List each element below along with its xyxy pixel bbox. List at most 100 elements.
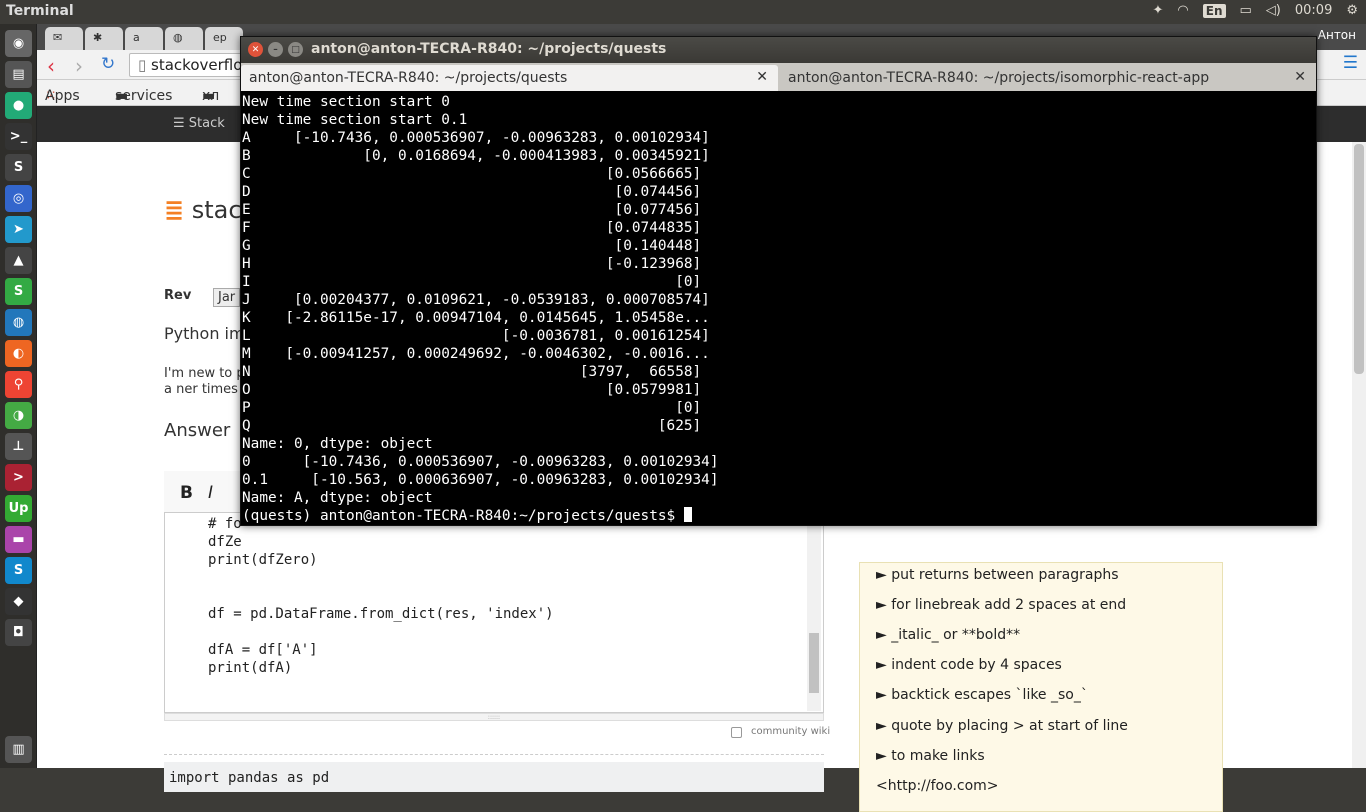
browser-tab-upwork[interactable]: ✱ (85, 27, 123, 50)
help-item: ► to make links (876, 748, 985, 764)
help-item: ► backtick escapes `like _so_` (876, 687, 1088, 703)
bookmark-services-label: services (115, 88, 173, 104)
upwork-icon[interactable]: Up (5, 495, 32, 522)
terminal-titlebar[interactable]: ✕ – □ anton@anton-TECRA-R840: ~/projects… (241, 37, 1316, 63)
stackexchange-link[interactable]: ☰ Stack (173, 116, 225, 131)
terminal-output-line: D [0.074456] (242, 184, 702, 200)
terminal-output-line: B [0, 0.0168694, -0.000413983, 0.0034592… (242, 148, 710, 164)
back-icon[interactable]: ‹ (47, 54, 55, 78)
top-panel: Terminal ✦ ◠ En ▭ ◁) 00:09 ⚙ (0, 0, 1366, 24)
help-link-example: <http://foo.com> (876, 778, 999, 794)
settings-gear-icon[interactable]: ⚙ (1346, 3, 1358, 18)
terminal-output-line: A [-10.7436, 0.000536907, -0.00963283, 0… (242, 130, 710, 146)
globe-icon[interactable]: ◑ (5, 402, 32, 429)
bookmark-folder-label: хл (202, 88, 220, 104)
extension-icon[interactable]: ☰ (1343, 53, 1358, 73)
terminal-output-line: G [0.140448] (242, 238, 702, 254)
reload-icon[interactable]: ↻ (101, 54, 115, 74)
terminal-output-line: E [0.077456] (242, 202, 702, 218)
terminal-output-line: I [0] (242, 274, 702, 290)
terminal-output-line: P [0] (242, 400, 702, 416)
browser-tab-amazon[interactable]: a (125, 27, 163, 50)
terminal-output-line: Name: 0, dtype: object (242, 436, 433, 452)
community-wiki-label: community wiki (751, 726, 831, 737)
remmina-icon[interactable]: ◎ (5, 185, 32, 212)
browser-tab-ep[interactable]: ep (205, 27, 243, 50)
terminal-tab-label: anton@anton-TECRA-R840: ~/projects/quest… (249, 70, 568, 86)
minimize-icon[interactable]: – (268, 42, 283, 57)
forward-icon[interactable]: › (75, 54, 83, 78)
stackoverflow-logo[interactable]: ≣ stac (164, 196, 242, 224)
terminal-icon[interactable]: >_ (5, 123, 32, 150)
logo-text: stac (191, 196, 242, 224)
terminal-output-line: C [0.0566665] (242, 166, 702, 182)
clock[interactable]: 00:09 (1295, 3, 1332, 18)
amazon-icon: a (133, 31, 140, 44)
window-icon[interactable]: ▬ (5, 526, 32, 553)
terminal-output[interactable]: New time section start 0 New time section… (241, 91, 1316, 525)
unity-launcher: ◉ ▤ ● >_ S ◎ ➤ ▲ S ◍ ◐ ⚲ ◑ ⊥ > Up ▬ S ◆ … (0, 24, 37, 768)
files-icon[interactable]: ▤ (5, 61, 32, 88)
skype-green-icon[interactable]: S (5, 278, 32, 305)
help-item: ► _italic_ or **bold** (876, 627, 1021, 643)
page-icon: ◍ (173, 31, 183, 44)
close-tab-icon[interactable]: ✕ (756, 69, 768, 85)
profile-name[interactable]: Антон (1318, 28, 1356, 42)
page-scrollbar-thumb[interactable] (1354, 144, 1364, 374)
close-icon[interactable]: ✕ (248, 42, 263, 57)
page-scrollbar[interactable] (1352, 142, 1366, 768)
answer-heading: Answer (164, 420, 231, 441)
install-icon[interactable]: ⊥ (5, 433, 32, 460)
preview-code-line: import pandas as pd (169, 770, 330, 786)
editor-scrollbar[interactable] (807, 513, 821, 711)
editor-scrollbar-thumb[interactable] (809, 633, 819, 693)
battery-icon[interactable]: ▭ (1240, 3, 1252, 18)
terminal-tab-isomorphic[interactable]: anton@anton-TECRA-R840: ~/projects/isomo… (780, 65, 1316, 91)
terminal-tab-quests[interactable]: anton@anton-TECRA-R840: ~/projects/quest… (241, 65, 778, 91)
terminal-output-line: H [-0.123968] (242, 256, 702, 272)
browser-icon[interactable]: ◍ (5, 309, 32, 336)
upwork-tab-icon: ✱ (93, 31, 103, 44)
terminal-output-line: Q [625] (242, 418, 702, 434)
vlc-icon[interactable]: ▲ (5, 247, 32, 274)
terminal-output-line: K [-2.86115e-17, 0.00947104, 0.0145645, … (242, 310, 710, 326)
browser-tab-generic[interactable]: ◍ (165, 27, 203, 50)
help-item: ► quote by placing > at start of line (876, 718, 1128, 734)
editor-resize-handle[interactable]: :::::: (164, 713, 824, 721)
editor-code-line: dfZe (208, 534, 242, 550)
terminal-output-line: L [-0.0036781, 0.00161254] (242, 328, 710, 344)
firefox-icon[interactable]: ◐ (5, 340, 32, 367)
browser-tab-gmail[interactable]: ✉ (45, 27, 83, 50)
stack-icon[interactable]: ◆ (5, 588, 32, 615)
telegram-icon[interactable]: ➤ (5, 216, 32, 243)
shell-icon[interactable]: > (5, 464, 32, 491)
editor-code-line: print(dfZero) (208, 552, 318, 568)
community-wiki-checkbox[interactable] (731, 727, 742, 738)
terminal-output-line: 0 [-10.7436, 0.000536907, -0.00963283, 0… (242, 454, 719, 470)
chrome-icon[interactable]: ● (5, 92, 32, 119)
close-tab-icon[interactable]: ✕ (1294, 69, 1306, 85)
dash-icon[interactable]: ◉ (5, 30, 32, 57)
terminal-output-line: 0.1 [-10.563, 0.000636907, -0.00963283, … (242, 472, 719, 488)
terminal-output-line: J [0.00204377, 0.0109621, -0.0539183, 0.… (242, 292, 710, 308)
postman-icon[interactable]: ⚲ (5, 371, 32, 398)
italic-button[interactable]: I (208, 483, 213, 503)
keyboard-layout-indicator[interactable]: En (1202, 3, 1226, 18)
volume-icon[interactable]: ◁) (1266, 3, 1281, 18)
dropbox-icon[interactable]: ✦ (1153, 3, 1164, 18)
bold-button[interactable]: B (180, 483, 193, 503)
robot-icon[interactable]: ◘ (5, 619, 32, 646)
skype-icon[interactable]: S (5, 557, 32, 584)
wifi-icon[interactable]: ◠ (1177, 3, 1188, 18)
terminal-output-line: Name: A, dtype: object (242, 490, 433, 506)
trash-icon[interactable]: ▥ (5, 736, 32, 763)
terminal-tab-label: anton@anton-TECRA-R840: ~/projects/isomo… (788, 70, 1210, 86)
editor-code-line: # fo (208, 516, 242, 532)
maximize-icon[interactable]: □ (288, 42, 303, 57)
sublime-icon[interactable]: S (5, 154, 32, 181)
editor-code-line: dfA = df['A'] (208, 642, 318, 658)
terminal-window: ✕ – □ anton@anton-TECRA-R840: ~/projects… (240, 36, 1317, 526)
revision-select[interactable]: Jar (213, 288, 241, 307)
stackoverflow-logo-icon: ≣ (164, 196, 185, 224)
ep-icon: ep (213, 31, 227, 44)
